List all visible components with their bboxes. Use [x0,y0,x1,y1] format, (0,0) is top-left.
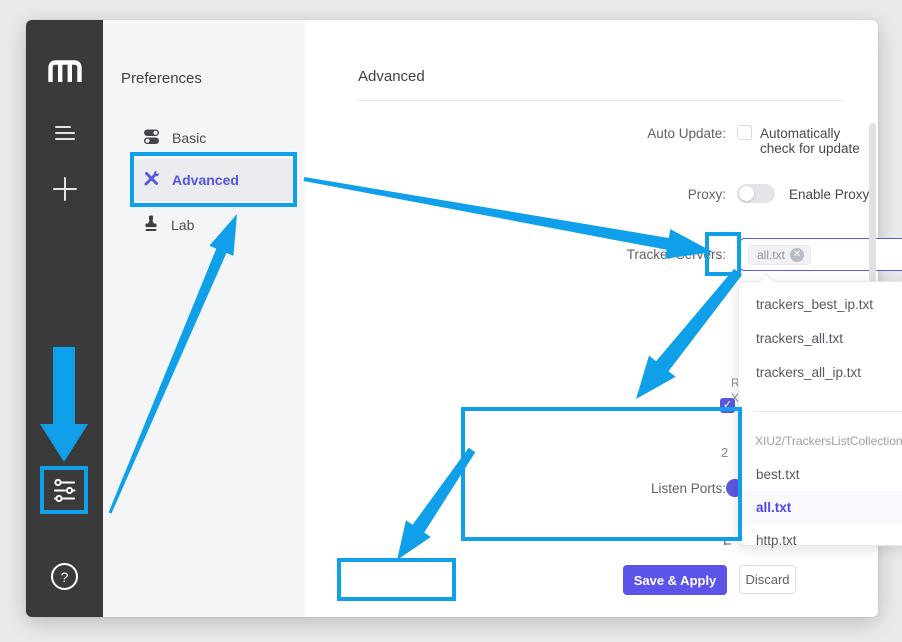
motrix-logo [26,58,103,84]
occluded-text-fragment: 2 [721,445,728,460]
save-apply-button[interactable]: Save & Apply [623,565,727,595]
help-icon[interactable]: ? [26,562,103,591]
dropdown-pointer [759,274,775,290]
preferences-title: Preferences [121,70,202,87]
menu-item-basic[interactable]: Basic [135,118,296,158]
menu-item-label: Lab [171,217,194,233]
proxy-toggle-label: Enable Proxy [789,187,869,202]
toggles-icon [143,128,160,148]
tracker-servers-label: Tracker Servers: [576,247,726,262]
auto-update-checkbox[interactable] [737,125,752,140]
tools-icon [143,170,160,190]
auto-update-checkbox-label: Automatically check for update [760,126,878,156]
tag-label: all.txt [757,248,785,262]
selected-tag: all.txt ✕ [748,245,811,265]
discard-button[interactable]: Discard [739,565,796,594]
occluded-purple-toggle [726,479,738,497]
menu-item-label: Basic [172,130,206,146]
dropdown-item-selected[interactable]: all.txt ✓ [740,491,902,524]
menu-item-label: Advanced [172,172,239,188]
menu-item-advanced[interactable]: Advanced [135,159,296,201]
add-task-icon[interactable] [26,176,103,202]
tracker-select-dropdown: trackers_best_ip.txt trackers_all.txt tr… [738,281,902,546]
dropdown-item[interactable]: trackers_best_ip.txt [740,288,902,321]
dropdown-item[interactable]: trackers_all_ip.txt [740,356,902,389]
title-divider [358,100,844,101]
task-list-icon[interactable] [26,124,103,142]
menu-item-lab[interactable]: Lab [135,205,296,245]
app-sidebar: ? [26,20,103,617]
dropdown-item[interactable]: http.txt [740,524,902,557]
question-glyph: ? [61,569,69,585]
preferences-panel: Preferences Basic [103,20,305,617]
toggle-knob [739,186,754,201]
tracker-servers-select[interactable]: all.txt ✕ [740,238,902,271]
main-content: Advanced Auto Update: Automatically chec… [305,20,878,617]
listen-ports-label: Listen Ports: [576,481,726,496]
page-title: Advanced [358,68,425,85]
proxy-label: Proxy: [576,187,726,202]
auto-update-label: Auto Update: [576,126,726,141]
dropdown-item[interactable]: best.txt [740,458,902,491]
occluded-text-fragment: E [723,536,732,545]
occluded-content: R X ✓ 2 E [719,350,738,545]
occluded-text-fragment: R [731,376,738,390]
app-window: ? Preferences Basic [26,20,878,617]
dropdown-group-label: XIU2/TrackersListCollection [755,434,902,448]
tag-remove-icon[interactable]: ✕ [790,248,804,262]
dropdown-item[interactable]: trackers_all.txt [740,322,902,355]
preferences-sliders-icon[interactable] [26,478,103,503]
occluded-checked-checkbox: ✓ [720,398,735,413]
proxy-toggle[interactable] [737,184,775,203]
lab-stamp-icon [143,215,159,235]
dropdown-divider [754,411,902,412]
